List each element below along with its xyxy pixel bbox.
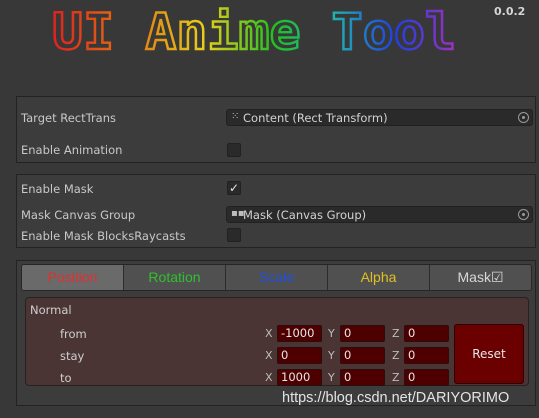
- x-axis-label: X: [265, 371, 273, 384]
- animation-section: Position Rotation Scale Alpha Mask☑ Norm…: [16, 260, 536, 406]
- position-panel: Normal from X -1000 Y 0 Z 0 stay X 0 Y 0…: [25, 297, 529, 386]
- normal-group-label: Normal: [30, 303, 72, 317]
- watermark: https://blog.csdn.net/DARIYORIMO: [282, 390, 510, 406]
- reset-button[interactable]: Reset: [454, 324, 524, 384]
- animation-tabs: Position Rotation Scale Alpha Mask☑: [21, 264, 532, 291]
- object-picker-icon[interactable]: [518, 209, 529, 220]
- stay-x-field[interactable]: 0: [277, 347, 322, 364]
- enable-mask-checkbox[interactable]: ✓: [227, 181, 241, 195]
- target-recttrans-value: Content (Rect Transform): [243, 111, 388, 125]
- from-y-field[interactable]: 0: [340, 325, 385, 342]
- tab-position[interactable]: Position: [22, 265, 124, 290]
- blocks-raycasts-label: Enable Mask BlocksRaycasts: [21, 229, 186, 243]
- logo: UI Anime Tool: [51, 3, 457, 61]
- tab-scale[interactable]: Scale: [226, 265, 328, 290]
- tab-alpha[interactable]: Alpha: [328, 265, 430, 290]
- z-axis-label: Z: [392, 327, 400, 340]
- mask-canvas-group-field[interactable]: ▪▪ Mask (Canvas Group): [226, 206, 533, 223]
- blocks-raycasts-checkbox[interactable]: [227, 228, 241, 242]
- to-y-field[interactable]: 0: [340, 369, 385, 386]
- object-picker-icon[interactable]: [518, 112, 529, 123]
- x-axis-label: X: [265, 327, 273, 340]
- stay-z-field[interactable]: 0: [404, 347, 449, 364]
- target-recttrans-label: Target RectTrans: [21, 111, 117, 125]
- stay-y-field[interactable]: 0: [340, 347, 385, 364]
- y-axis-label: Y: [328, 349, 335, 362]
- y-axis-label: Y: [328, 371, 335, 384]
- version-label: 0.0.2: [494, 5, 526, 18]
- y-axis-label: Y: [328, 327, 335, 340]
- mask-canvas-group-label: Mask Canvas Group: [21, 208, 136, 222]
- enable-animation-checkbox[interactable]: [227, 143, 241, 157]
- tab-mask[interactable]: Mask☑: [430, 265, 531, 290]
- stay-row: stay X 0 Y 0 Z 0: [26, 347, 528, 365]
- enable-animation-label: Enable Animation: [21, 143, 123, 157]
- target-recttrans-field[interactable]: ⁙ Content (Rect Transform): [226, 109, 533, 126]
- logo-text: UI Anime Tool: [52, 3, 456, 61]
- tab-rotation[interactable]: Rotation: [124, 265, 226, 290]
- from-x-field[interactable]: -1000: [277, 325, 322, 342]
- mask-canvas-group-value: Mask (Canvas Group): [243, 208, 367, 222]
- z-axis-label: Z: [392, 349, 400, 362]
- to-row: to X 1000 Y 0 Z 0: [26, 369, 528, 387]
- from-z-field[interactable]: 0: [404, 325, 449, 342]
- to-z-field[interactable]: 0: [404, 369, 449, 386]
- mask-section: Enable Mask ✓ Mask Canvas Group ▪▪ Mask …: [16, 174, 536, 248]
- x-axis-label: X: [265, 349, 273, 362]
- z-axis-label: Z: [392, 371, 400, 384]
- to-x-field[interactable]: 1000: [277, 369, 322, 386]
- stay-label: stay: [60, 349, 85, 363]
- from-label: from: [60, 327, 87, 341]
- from-row: from X -1000 Y 0 Z 0: [26, 325, 528, 343]
- enable-mask-label: Enable Mask: [21, 182, 94, 196]
- to-label: to: [60, 371, 72, 385]
- rect-transform-icon: ⁙: [231, 111, 240, 122]
- target-section: Target RectTrans ⁙ Content (Rect Transfo…: [16, 96, 536, 163]
